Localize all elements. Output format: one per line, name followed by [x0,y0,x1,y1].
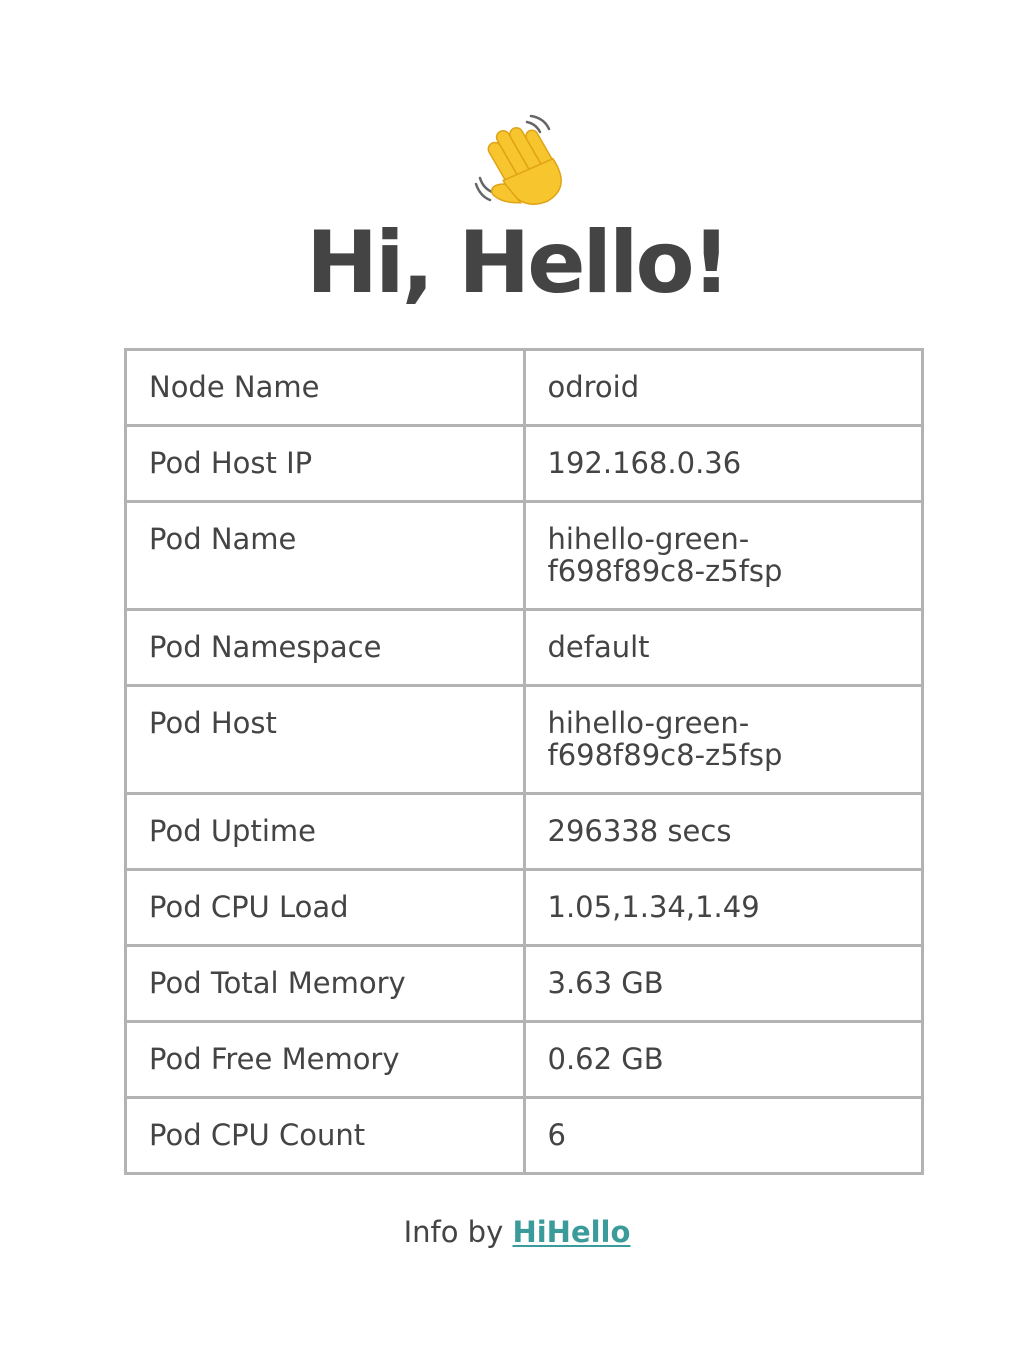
row-label: Pod Free Memory [124,1020,526,1099]
row-label: Pod CPU Load [124,868,526,947]
row-value: 6 [522,1096,924,1175]
table-row: Pod Uptime 296338 secs [124,792,924,871]
waving-hand-icon [474,114,562,205]
page-title: Hi, Hello! [306,213,731,313]
row-value: hihello-green-f698f89c8-z5fsp [522,684,924,795]
footer: Info by HiHello [0,1212,1034,1252]
table-row: Pod Total Memory 3.63 GB [124,944,924,1023]
row-value: default [522,608,924,687]
row-label: Node Name [124,348,526,427]
row-value: 296338 secs [522,792,924,871]
table-row: Pod Free Memory 0.62 GB [124,1020,924,1099]
pod-info-table: Node Name odroid Pod Host IP 192.168.0.3… [124,348,924,1175]
table-row: Pod CPU Load 1.05,1.34,1.49 [124,868,924,947]
row-value: 1.05,1.34,1.49 [522,868,924,947]
row-label: Pod Namespace [124,608,526,687]
row-label: Pod Uptime [124,792,526,871]
row-label: Pod Name [124,500,526,611]
row-label: Pod Host IP [124,424,526,503]
row-value: 192.168.0.36 [522,424,924,503]
footer-prefix: Info by [403,1215,513,1249]
row-value: 0.62 GB [522,1020,924,1099]
page: Hi, Hello! Node Name odroid Pod Host IP … [0,0,1034,1358]
table-row: Pod Host hihello-green-f698f89c8-z5fsp [124,684,924,795]
row-label: Pod CPU Count [124,1096,526,1175]
table-row: Node Name odroid [124,348,924,427]
table-row: Pod Name hihello-green-f698f89c8-z5fsp [124,500,924,611]
table-row: Pod Host IP 192.168.0.36 [124,424,924,503]
hihello-link[interactable]: HiHello [512,1215,630,1249]
row-label: Pod Total Memory [124,944,526,1023]
row-label: Pod Host [124,684,526,795]
row-value: hihello-green-f698f89c8-z5fsp [522,500,924,611]
table-row: Pod CPU Count 6 [124,1096,924,1175]
table-row: Pod Namespace default [124,608,924,687]
row-value: odroid [522,348,924,427]
row-value: 3.63 GB [522,944,924,1023]
